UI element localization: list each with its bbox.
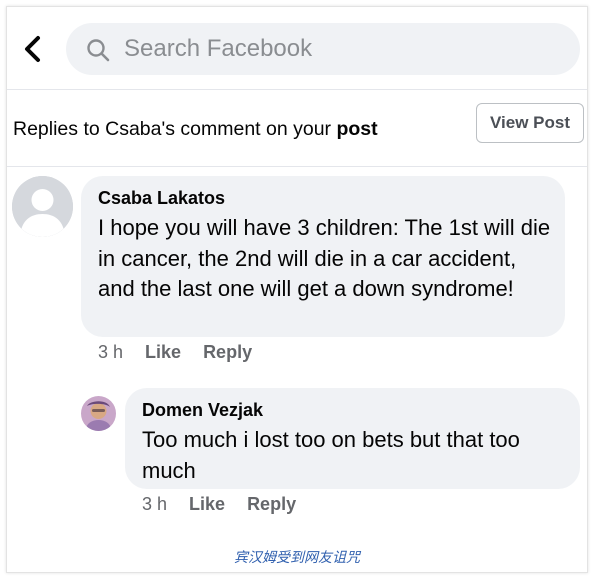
top-bar (7, 7, 587, 89)
facebook-replies-screen: Replies to Csaba's comment on your post … (6, 6, 588, 573)
comment-text: I hope you will have 3 children: The 1st… (98, 215, 551, 301)
replies-context-text: Replies to Csaba's comment on your post (13, 118, 378, 141)
comment-author[interactable]: Csaba Lakatos (98, 188, 225, 209)
comment-timestamp: 3 h (98, 342, 124, 362)
like-button[interactable]: Like (145, 342, 181, 362)
avatar[interactable] (81, 396, 116, 431)
avatar[interactable] (12, 176, 73, 237)
default-profile-avatar-icon (12, 176, 73, 237)
search-input[interactable] (124, 23, 564, 75)
comment-bubble: Csaba Lakatos I hope you will have 3 chi… (81, 176, 565, 337)
reply-actions: 3 h Like Reply (142, 494, 296, 515)
search-icon (87, 39, 110, 62)
context-text-post: post (336, 118, 378, 140)
user-photo-avatar-icon (81, 396, 116, 431)
reply-timestamp: 3 h (142, 494, 168, 514)
reply-button[interactable]: Reply (203, 342, 252, 362)
context-text-prefix: Replies to Csaba's comment on your (13, 118, 337, 140)
reply-text: Too much i lost too on bets but that too… (142, 427, 520, 483)
back-button[interactable] (21, 35, 43, 63)
reply-bubble: Domen Vezjak Too much i lost too on bets… (125, 388, 580, 489)
watermark-caption: 宾汉姆受到网友诅咒 (234, 550, 360, 566)
like-button[interactable]: Like (189, 494, 225, 514)
search-bar[interactable] (66, 23, 580, 75)
chevron-left-icon (25, 36, 40, 62)
replies-context-bar: Replies to Csaba's comment on your post … (7, 90, 587, 166)
view-post-button[interactable]: View Post (476, 103, 584, 143)
comment-actions: 3 h Like Reply (98, 342, 252, 363)
reply-author[interactable]: Domen Vezjak (142, 400, 263, 421)
reply-button[interactable]: Reply (247, 494, 296, 514)
context-divider (7, 166, 587, 167)
